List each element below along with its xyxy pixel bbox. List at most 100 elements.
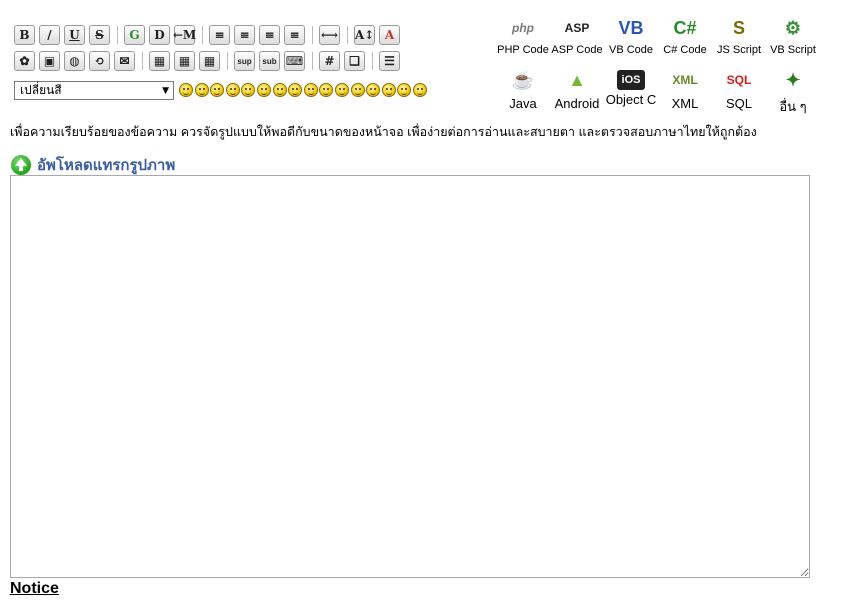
smiley-icon[interactable] (241, 83, 256, 97)
js-script-button[interactable]: S JS Script (710, 14, 768, 57)
language-label: VB Script (770, 44, 816, 56)
email-icon: ✉ (119, 54, 130, 68)
align-pre-icon: ≡ (214, 28, 225, 42)
smiley-icon[interactable] (397, 83, 412, 97)
other-button[interactable]: ✦ อื่น ๆ (764, 66, 822, 117)
align-right-icon: ≡ (289, 28, 300, 42)
vb-code-button[interactable]: VB VB Code (602, 14, 660, 57)
android-button[interactable]: ▲ Android (548, 66, 606, 112)
superscript-icon: sup (237, 56, 252, 66)
asp-code-button[interactable]: ASP ASP Code (548, 14, 606, 56)
ftp-link-button[interactable]: ⟲ (89, 51, 110, 71)
objective-c-icon: iOS (617, 70, 645, 90)
chevron-down-icon: ▼ (162, 85, 169, 96)
smiley-icon[interactable] (381, 83, 396, 97)
table-row-button[interactable]: ▦ (174, 51, 195, 71)
code-button[interactable]: # (319, 51, 340, 71)
glow-button[interactable]: G (124, 25, 145, 45)
vb-script-icon: ⚙ (784, 17, 802, 38)
move-icon: ←M (172, 28, 197, 42)
move-button[interactable]: ←M (172, 25, 197, 45)
language-label: XML (671, 96, 699, 111)
smiley-icon[interactable] (366, 83, 381, 97)
table-cell-button[interactable]: ▦ (199, 51, 220, 71)
language-label: SQL (725, 96, 752, 111)
strikethrough-button[interactable]: S (89, 25, 110, 45)
android-icon: ▲ (568, 69, 586, 90)
underline-icon: U (69, 28, 80, 42)
sql-icon: SQL (726, 73, 752, 87)
asp-code-icon: ASP (564, 21, 590, 35)
underline-button[interactable]: U (64, 25, 85, 45)
color-select[interactable]: เปลี่ยนสี ▼ (14, 81, 174, 100)
csharp-code-button[interactable]: C# C# Code (656, 14, 714, 57)
image-button[interactable]: ▣ (39, 51, 60, 71)
formatting-instruction: เพื่อความเรียบร้อยของข้อความ ควรจัดรูปแบ… (10, 125, 757, 139)
font-size-icon: A↕ (354, 28, 375, 42)
language-label: Android (554, 96, 600, 111)
toolbar-separator (117, 26, 118, 44)
php-code-button[interactable]: php PHP Code (494, 14, 552, 56)
align-left-icon: ≡ (239, 28, 250, 42)
language-label: VB Code (608, 44, 654, 56)
other-icon: ✦ (785, 69, 801, 90)
flash-button[interactable]: ✿ (14, 51, 35, 71)
horizontal-rule-icon: ⟷ (320, 28, 339, 42)
teletype-button[interactable]: ⌨ (284, 51, 305, 71)
font-color-button[interactable]: A (379, 25, 400, 45)
smiley-icon[interactable] (303, 83, 318, 97)
formatting-toolbar-row-2: ✿ ▣ ◍ ⟲ ✉ ▦ ▦ ▦ sup sub ⌨ # ❏ ☰ (14, 51, 404, 71)
font-size-button[interactable]: A↕ (354, 25, 375, 45)
smiley-icon[interactable] (225, 83, 240, 97)
toolbar-separator (202, 26, 203, 44)
align-center-button[interactable]: ≡ (259, 25, 280, 45)
shadow-button[interactable]: D (149, 25, 170, 45)
objective-c-button[interactable]: iOS Object C (602, 66, 660, 107)
italic-icon: / (47, 28, 52, 42)
smiley-icon[interactable] (210, 83, 225, 97)
list-button[interactable]: ☰ (379, 51, 400, 71)
java-button[interactable]: ☕ Java (494, 66, 552, 112)
table-cell-icon: ▦ (203, 54, 216, 68)
table-button[interactable]: ▦ (149, 51, 170, 71)
table-icon: ▦ (153, 54, 166, 68)
bold-button[interactable]: B (14, 25, 35, 45)
web-link-icon: ◍ (69, 54, 80, 68)
quote-button[interactable]: ❏ (344, 51, 365, 71)
subscript-button[interactable]: sub (259, 51, 280, 71)
vb-script-button[interactable]: ⚙ VB Script (764, 14, 822, 57)
smiley-icon[interactable] (194, 83, 209, 97)
superscript-button[interactable]: sup (234, 51, 255, 71)
align-right-button[interactable]: ≡ (284, 25, 305, 45)
formatting-toolbar-row-1: B / U S G D ←M ≡ ≡ ≡ ≡ ⟷ A↕ A (14, 25, 404, 45)
message-textarea[interactable] (10, 175, 810, 578)
align-left-button[interactable]: ≡ (234, 25, 255, 45)
language-label: C# Code (663, 44, 707, 56)
language-label: JS Script (716, 44, 761, 56)
align-pre-button[interactable]: ≡ (209, 25, 230, 45)
smiley-icon[interactable] (288, 83, 303, 97)
smiley-icon[interactable] (256, 83, 271, 97)
smiley-icon[interactable] (272, 83, 287, 97)
upload-image-link[interactable]: อัพโหลดแทรกรูปภาพ (11, 153, 175, 177)
table-row-icon: ▦ (178, 54, 191, 68)
toolbar-separator (227, 52, 228, 70)
smiley-icon[interactable] (334, 83, 349, 97)
language-label: PHP Code (497, 44, 549, 56)
smiley-icon[interactable] (179, 83, 193, 97)
smiley-icon[interactable] (412, 83, 427, 97)
language-label: ASP Code (551, 44, 603, 56)
xml-button[interactable]: XML XML (656, 66, 714, 111)
email-button[interactable]: ✉ (114, 51, 135, 71)
language-label: Object C (605, 92, 657, 107)
upload-image-label: อัพโหลดแทรกรูปภาพ (37, 157, 176, 174)
teletype-icon: ⌨ (285, 54, 304, 68)
smiley-icon[interactable] (319, 83, 334, 97)
italic-button[interactable]: / (39, 25, 60, 45)
web-link-button[interactable]: ◍ (64, 51, 85, 71)
align-center-icon: ≡ (264, 28, 275, 42)
smiley-icon[interactable] (350, 83, 365, 97)
sql-button[interactable]: SQL SQL (710, 66, 768, 111)
horizontal-rule-button[interactable]: ⟷ (319, 25, 340, 45)
strikethrough-icon: S (95, 28, 104, 42)
